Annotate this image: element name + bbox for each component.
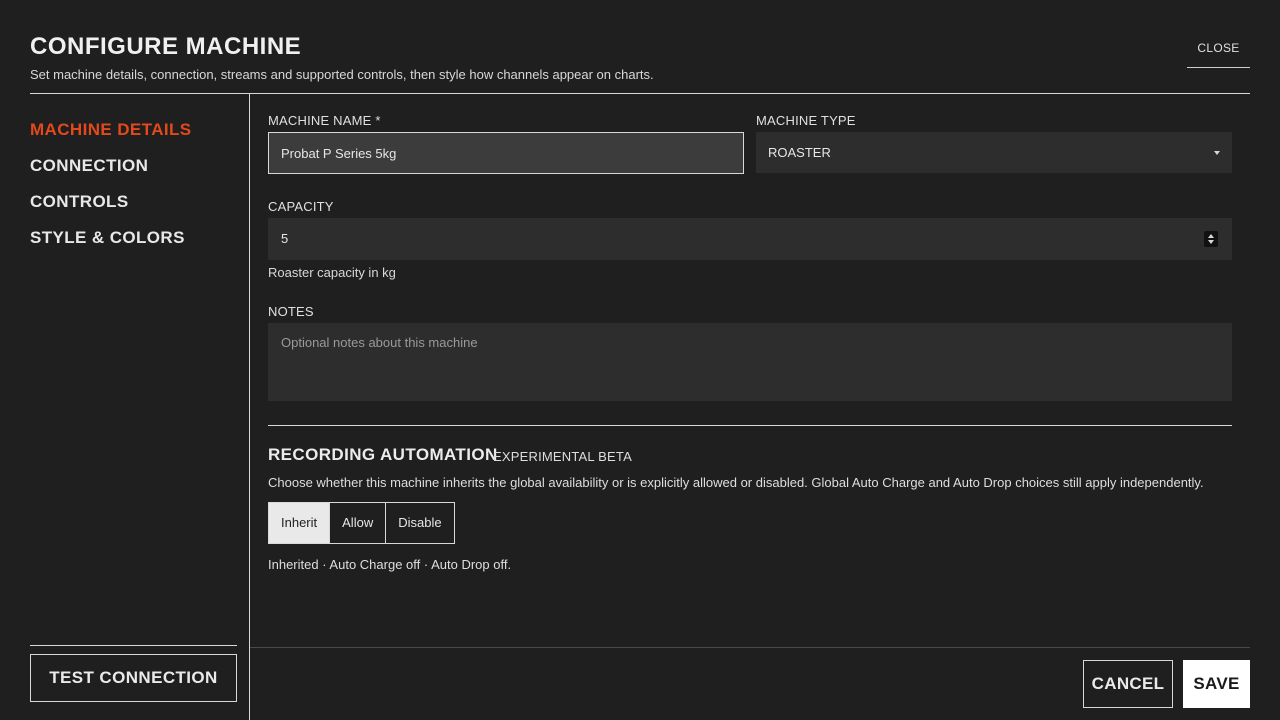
stepper-down-icon[interactable] [1208, 240, 1214, 244]
number-stepper[interactable] [1204, 231, 1218, 247]
section-divider [268, 425, 1232, 426]
machine-name-label: MACHINE NAME * [268, 113, 381, 128]
header-divider [30, 93, 1250, 94]
capacity-input[interactable]: 5 [268, 218, 1232, 260]
beta-badge: EXPERIMENTAL BETA [493, 449, 632, 464]
machine-type-label: MACHINE TYPE [756, 113, 856, 128]
automation-description: Choose whether this machine inherits the… [268, 475, 1204, 490]
stepper-up-icon[interactable] [1208, 234, 1214, 238]
cancel-button[interactable]: CANCEL [1083, 660, 1173, 708]
machine-name-input[interactable] [268, 132, 744, 174]
page-title: CONFIGURE MACHINE [30, 33, 302, 60]
test-connection-button[interactable]: TEST CONNECTION [30, 654, 237, 702]
inherit-option[interactable]: Inherit [269, 503, 331, 543]
sidebar-item-style-colors[interactable]: STYLE & COLORS [30, 226, 192, 262]
disable-option[interactable]: Disable [386, 503, 453, 543]
machine-type-value: ROASTER [768, 145, 831, 160]
close-button[interactable]: CLOSE [1187, 36, 1250, 68]
automation-status: Inherited · Auto Charge off · Auto Drop … [268, 557, 512, 572]
sidebar-item-controls[interactable]: CONTROLS [30, 190, 192, 226]
footer-divider [250, 647, 1250, 648]
allow-option[interactable]: Allow [330, 503, 387, 543]
sidebar-item-machine-details[interactable]: MACHINE DETAILS [30, 118, 192, 154]
chevron-down-icon [1214, 151, 1220, 155]
sidebar-item-connection[interactable]: CONNECTION [30, 154, 192, 190]
sidebar-divider [249, 94, 250, 720]
sidebar-footer-divider [30, 645, 237, 646]
automation-segmented-control: Inherit Allow Disable [268, 502, 455, 544]
save-button[interactable]: SAVE [1183, 660, 1250, 708]
capacity-label: CAPACITY [268, 199, 334, 214]
notes-textarea[interactable] [268, 323, 1232, 401]
machine-type-select[interactable]: ROASTER [756, 132, 1232, 173]
automation-title: RECORDING AUTOMATION [268, 445, 498, 464]
notes-label: NOTES [268, 304, 314, 319]
sidebar-nav: MACHINE DETAILS CONNECTION CONTROLS STYL… [30, 118, 192, 262]
page-subtitle: Set machine details, connection, streams… [30, 67, 654, 82]
capacity-helper-text: Roaster capacity in kg [268, 265, 396, 280]
capacity-value: 5 [281, 231, 289, 246]
